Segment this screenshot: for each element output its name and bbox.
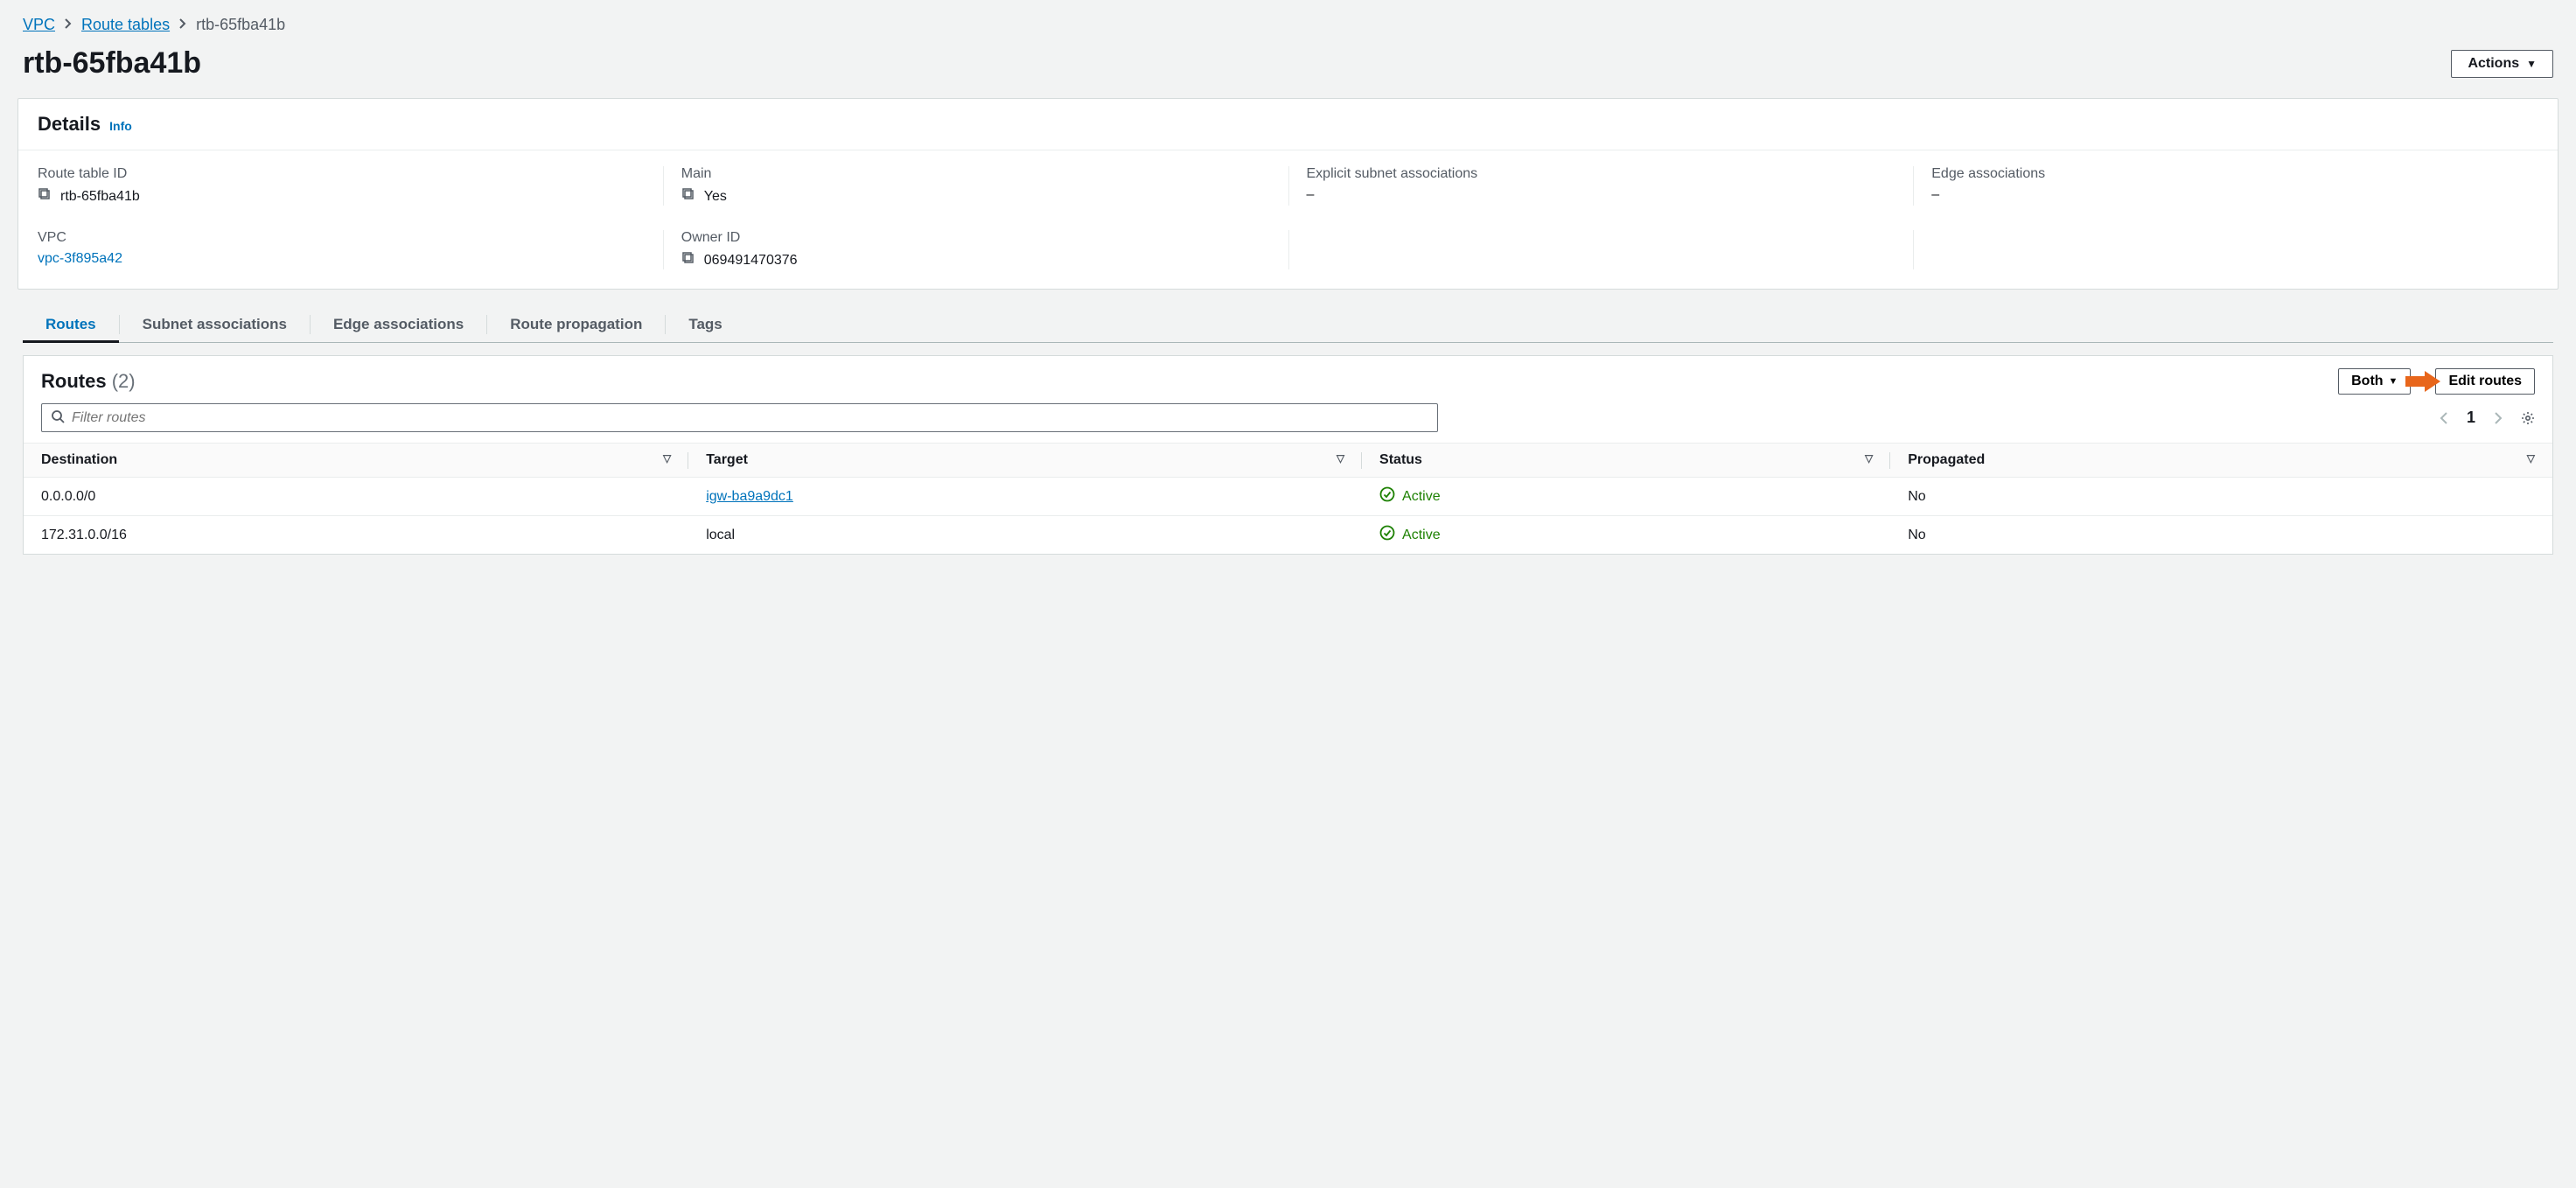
field-label: Route table ID [38,166,646,182]
cell-destination: 172.31.0.0/16 [24,516,688,555]
both-filter-button[interactable]: Both ▼ [2338,368,2411,395]
chevron-right-icon [178,16,187,34]
routes-count: (2) [112,370,136,392]
tabs: Routes Subnet associations Edge associat… [23,307,2553,343]
col-label: Propagated [1908,452,1985,467]
prev-page-button[interactable] [2437,411,2451,425]
sort-icon: ▽ [663,452,671,465]
caret-down-icon: ▼ [2526,58,2537,70]
copy-icon[interactable] [38,187,52,206]
main-value: Yes [704,189,727,205]
arrow-annotation-icon [2405,371,2440,392]
actions-label: Actions [2468,56,2519,72]
info-link[interactable]: Info [109,119,132,133]
filter-routes-input[interactable] [72,410,1428,426]
tab-tags[interactable]: Tags [666,307,744,342]
explicit-subnet-assoc-value: – [1307,187,1315,203]
sort-icon: ▽ [1865,452,1873,465]
sort-icon: ▽ [2527,452,2535,465]
field-label: Owner ID [681,230,1271,246]
owner-id-value: 069491470376 [704,253,798,269]
details-heading: Details [38,113,101,136]
tab-routes[interactable]: Routes [23,307,119,342]
settings-gear-icon[interactable] [2521,411,2535,425]
route-table-id-value: rtb-65fba41b [60,189,140,205]
check-circle-icon [1379,525,1395,545]
cell-destination: 0.0.0.0/0 [24,478,688,516]
chevron-right-icon [64,16,73,34]
actions-button[interactable]: Actions ▼ [2451,50,2553,78]
tab-subnet-associations[interactable]: Subnet associations [120,307,310,342]
search-icon [51,409,65,426]
sort-icon: ▽ [1337,452,1344,465]
tab-route-propagation[interactable]: Route propagation [487,307,665,342]
routes-heading: Routes [41,370,107,392]
cell-target-link[interactable]: igw-ba9a9dc1 [706,489,793,504]
field-label: VPC [38,230,646,246]
routes-panel: Routes (2) Both ▼ Edit routes [23,355,2553,555]
vpc-link[interactable]: vpc-3f895a42 [38,251,122,267]
both-label: Both [2351,374,2383,389]
next-page-button[interactable] [2491,411,2505,425]
cell-propagated: No [1890,516,2552,555]
col-destination[interactable]: Destination ▽ [24,444,688,478]
breadcrumb-link-route-tables[interactable]: Route tables [81,16,170,34]
table-row[interactable]: 0.0.0.0/0 igw-ba9a9dc1 Active No [24,478,2552,516]
breadcrumb: VPC Route tables rtb-65fba41b [17,9,2559,46]
col-label: Destination [41,452,117,467]
col-label: Target [706,452,748,467]
col-propagated[interactable]: Propagated ▽ [1890,444,2552,478]
col-status[interactable]: Status ▽ [1362,444,1890,478]
filter-routes-search[interactable] [41,403,1438,432]
field-label: Explicit subnet associations [1307,166,1896,182]
caret-down-icon: ▼ [2389,376,2398,387]
edge-assoc-value: – [1931,187,1939,203]
copy-icon[interactable] [681,187,695,206]
details-panel: Details Info Route table ID rtb-65fba41b… [17,98,2559,290]
edit-routes-button[interactable]: Edit routes [2435,368,2535,395]
cell-target: local [688,516,1362,555]
routes-table: Destination ▽ Target ▽ Status ▽ Propagat… [24,443,2552,554]
cell-status: Active [1402,528,1441,543]
field-label: Edge associations [1931,166,2521,182]
copy-icon[interactable] [681,251,695,269]
breadcrumb-current: rtb-65fba41b [196,16,285,34]
edit-routes-label: Edit routes [2448,374,2522,389]
table-row[interactable]: 172.31.0.0/16 local Active No [24,516,2552,555]
breadcrumb-link-vpc[interactable]: VPC [23,16,55,34]
cell-propagated: No [1890,478,2552,516]
page-title: rtb-65fba41b [23,46,201,80]
field-label: Main [681,166,1271,182]
tab-edge-associations[interactable]: Edge associations [311,307,486,342]
col-label: Status [1379,452,1422,467]
check-circle-icon [1379,486,1395,507]
cell-status: Active [1402,489,1441,505]
page-number: 1 [2467,409,2475,427]
col-target[interactable]: Target ▽ [688,444,1362,478]
